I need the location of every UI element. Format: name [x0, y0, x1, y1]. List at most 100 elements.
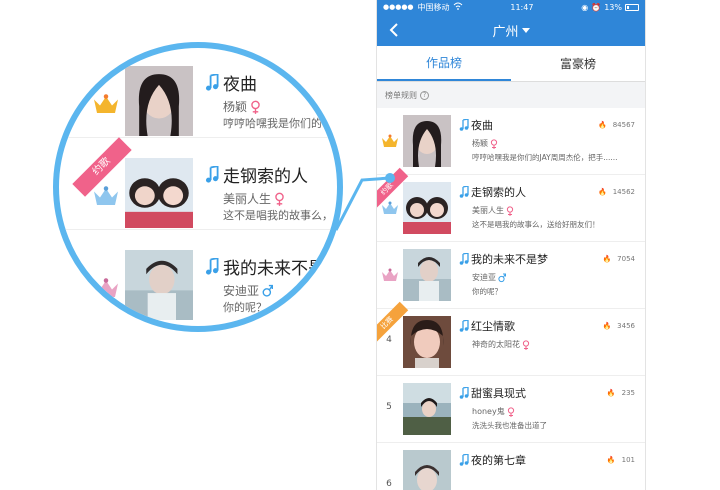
magnified-list-item: 约歌 走钢索的人 美丽人生 这不是唱我的故事么， — [59, 137, 337, 230]
list-item[interactable]: 约歌 走钢索的人 美丽人生 这不是唱我的故事么，送给好朋友们！ 🔥 14562 — [377, 167, 645, 242]
gold-crown-icon — [382, 134, 398, 147]
avatar — [403, 450, 451, 490]
popularity: 🔥 84567 — [598, 121, 635, 129]
bronze-crown-icon — [382, 268, 398, 281]
comment-text: 洗洗头我也准备出道了 — [472, 421, 547, 430]
gold-crown-icon — [94, 94, 118, 113]
phone-screen: ●●●●● 中国移动 11:47 ◉ ⏰ 13% 广州 作品榜 富豪榜 榜单规则… — [376, 0, 646, 490]
magnifier-circle: 夜曲 杨颖 哼哼哈嘿我是你们的 约歌 走钢索的人 美丽人生 这不是唱我的故事么，… — [53, 42, 343, 332]
popularity-count: 7054 — [617, 255, 635, 263]
list-item[interactable]: 我的未来不是梦 安迪亚 你的呢？ 🔥 7054 — [377, 242, 645, 309]
avatar — [403, 182, 451, 234]
flame-icon: 🔥 — [598, 121, 607, 129]
avatar — [403, 383, 451, 435]
question-mark-icon: ? — [420, 90, 429, 100]
song-title: 甜蜜具现式 — [471, 387, 526, 400]
song-title: 红尘情歌 — [471, 320, 515, 333]
music-note-icon — [459, 387, 469, 399]
flame-icon: 🔥 — [602, 255, 612, 263]
music-note-icon — [205, 166, 219, 183]
silver-crown-icon — [94, 186, 118, 205]
clock: 11:47 — [510, 2, 534, 12]
avatar — [403, 115, 451, 167]
female-icon — [506, 205, 514, 216]
alarm-icon: ⏰ — [591, 2, 602, 12]
tab-bar: 作品榜 富豪榜 — [377, 46, 645, 82]
comment-text: 哼哼哈嘿我是你们的 — [223, 117, 322, 130]
rank-number: 4 — [386, 335, 392, 345]
singer-name: 杨颖 — [223, 100, 248, 114]
city-label: 广州 — [492, 24, 519, 40]
music-note-icon — [205, 258, 219, 275]
song-title: 走钢索的人 — [223, 167, 308, 187]
wifi-icon — [453, 2, 463, 12]
singer-name: honey鬼 — [472, 407, 505, 416]
signal-icon: ●●●●● — [383, 3, 414, 11]
female-icon — [507, 406, 514, 417]
list-item[interactable]: 比赛 4 红尘情歌 神奇的太阳花 🔥 3456 — [377, 301, 645, 376]
avatar — [125, 250, 193, 320]
popularity-count: 235 — [621, 389, 635, 397]
popularity: 🔥 7054 — [602, 255, 635, 263]
avatar — [125, 158, 193, 228]
popularity: 🔥 3456 — [602, 322, 635, 330]
female-icon — [275, 192, 284, 206]
magnified-list-item: 夜曲 杨颖 哼哼哈嘿我是你们的 — [59, 48, 337, 138]
flame-icon: 🔥 — [602, 322, 612, 330]
male-icon — [262, 284, 274, 297]
back-button[interactable] — [385, 20, 405, 40]
popularity: 🔥 101 — [607, 456, 635, 464]
comment-text: 哼哼哈嘿我是你们的JAY周周杰伦，把手...... — [472, 153, 618, 162]
song-title: 夜曲 — [471, 119, 493, 132]
singer-name: 杨颖 — [472, 139, 488, 148]
list-item[interactable]: 5 甜蜜具现式 honey鬼 洗洗头我也准备出道了 🔥 235 — [377, 376, 645, 443]
music-note-icon — [459, 320, 469, 332]
comment-text: 你的呢？ — [223, 301, 267, 314]
popularity-count: 84567 — [612, 121, 635, 129]
popularity-count: 3456 — [617, 322, 635, 330]
song-title: 我的未来不是 — [223, 259, 325, 279]
status-bar: ●●●●● 中国移动 11:47 ◉ ⏰ 13% — [377, 0, 645, 14]
carrier-label: 中国移动 — [417, 2, 450, 12]
singer-name: 安迪亚 — [472, 273, 496, 282]
tab-rich-chart[interactable]: 富豪榜 — [511, 46, 645, 81]
song-title: 我的未来不是梦 — [471, 253, 548, 266]
list-item[interactable]: 夜曲 杨颖 哼哼哈嘿我是你们的JAY周周杰伦，把手...... 🔥 84567 — [377, 108, 645, 175]
battery-percent: 13% — [604, 2, 622, 12]
singer-name: 美丽人生 — [223, 192, 272, 206]
battery-icon — [625, 3, 639, 11]
music-note-icon — [459, 253, 469, 265]
magnified-list-item: 我的未来不是 安迪亚 你的呢？ — [59, 232, 337, 322]
chart-rules-label: 榜单规则 — [385, 90, 417, 100]
singer-name: 安迪亚 — [223, 284, 260, 298]
silver-crown-icon — [382, 201, 398, 214]
nav-bar: 广州 — [377, 14, 645, 46]
bronze-crown-icon — [94, 278, 118, 297]
female-icon — [490, 138, 498, 149]
comment-text: 这不是唱我的故事么， — [223, 209, 333, 222]
flame-icon: 🔥 — [598, 188, 607, 196]
avatar — [403, 316, 451, 368]
popularity: 🔥 235 — [607, 389, 635, 397]
rotation-lock-icon: ◉ — [581, 2, 589, 12]
music-note-icon — [459, 119, 469, 131]
singer-name: 神奇的太阳花 — [472, 340, 520, 349]
tab-works-chart[interactable]: 作品榜 — [377, 46, 511, 81]
comment-text: 这不是唱我的故事么，送给好朋友们！ — [472, 220, 600, 229]
flame-icon: 🔥 — [606, 456, 616, 464]
flame-icon: 🔥 — [606, 389, 616, 397]
music-note-icon — [205, 74, 219, 91]
song-title: 夜曲 — [223, 75, 257, 95]
male-icon — [498, 273, 506, 282]
singer-name: 美丽人生 — [472, 206, 504, 215]
female-icon — [251, 100, 260, 114]
chart-rules-link[interactable]: 榜单规则 ? — [377, 82, 645, 108]
rank-number: 6 — [386, 479, 392, 489]
list-item[interactable]: 6 夜的第七章 🔥 101 — [377, 443, 645, 490]
song-title: 走钢索的人 — [471, 186, 526, 199]
rank-number: 5 — [386, 402, 392, 412]
city-selector[interactable]: 广州 — [492, 21, 530, 40]
popularity-count: 14562 — [612, 188, 635, 196]
caret-down-icon — [521, 27, 530, 33]
music-note-icon — [459, 454, 469, 466]
